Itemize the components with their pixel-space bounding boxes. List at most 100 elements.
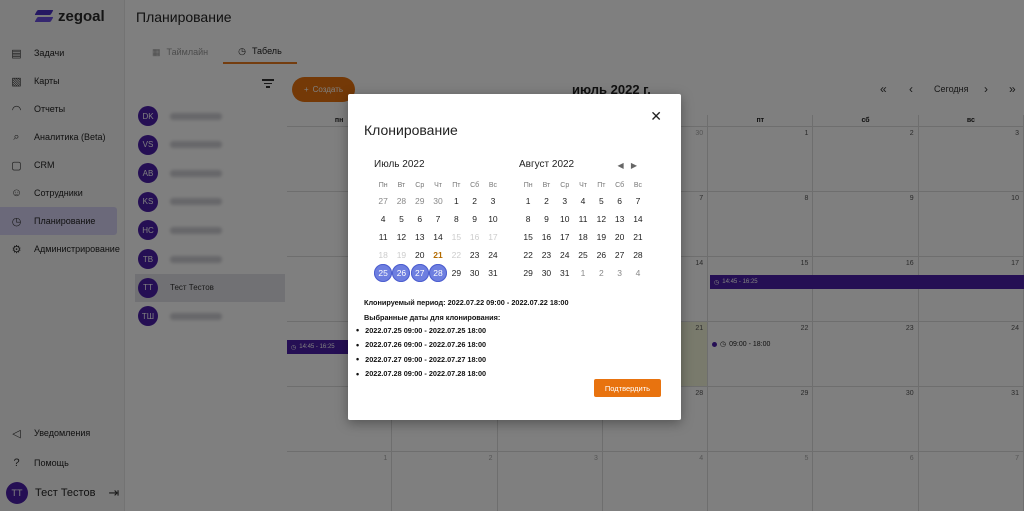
- calendar-day[interactable]: 27: [374, 192, 392, 210]
- weekday-label: Ср: [560, 181, 570, 189]
- confirm-button[interactable]: Подтвердить: [594, 379, 661, 397]
- calendar-day[interactable]: 13: [610, 210, 628, 228]
- calendar-day[interactable]: 16: [537, 228, 555, 246]
- calendar-day[interactable]: 29: [519, 264, 537, 282]
- day-number: 30: [433, 196, 443, 206]
- calendar-day[interactable]: 14: [629, 210, 647, 228]
- weekday-label: Пт: [452, 181, 461, 189]
- day-number: 13: [614, 214, 625, 224]
- calendar-day[interactable]: 7: [629, 192, 647, 210]
- clone-period: Клонируемый период: 2022.07.22 09:00 - 2…: [364, 298, 569, 307]
- day-number: 23: [541, 250, 552, 260]
- calendar-day[interactable]: 1: [574, 264, 592, 282]
- calendar-day[interactable]: 27: [610, 246, 628, 264]
- calendar-day[interactable]: 25: [374, 264, 393, 282]
- calendar-day[interactable]: 2: [537, 192, 555, 210]
- calendar-day[interactable]: 26: [392, 264, 411, 282]
- close-icon[interactable]: ✕: [650, 108, 662, 125]
- dialog-title: Клонирование: [364, 122, 458, 138]
- day-number: 27: [410, 264, 429, 282]
- calendar-day[interactable]: 21: [629, 228, 647, 246]
- day-number: 3: [562, 196, 568, 206]
- calendar-day[interactable]: 29: [411, 192, 429, 210]
- calendar-day[interactable]: 27: [410, 264, 429, 282]
- calendar-day[interactable]: 10: [556, 210, 574, 228]
- calendar-day[interactable]: 9: [537, 210, 555, 228]
- calendar-day[interactable]: 12: [592, 210, 610, 228]
- weekday-label: Пт: [597, 181, 606, 189]
- day-number: 23: [469, 250, 480, 260]
- calendar-day[interactable]: 19: [592, 228, 610, 246]
- clone-dialog: ✕ Клонирование Июль 2022 Пн Вт Ср Чт Пт Сб Вс 2…: [348, 94, 681, 420]
- calendar-day[interactable]: 2: [465, 192, 483, 210]
- calendar-day[interactable]: 5: [592, 192, 610, 210]
- day-number: 12: [396, 232, 407, 242]
- day-number: 14: [433, 232, 443, 242]
- day-number: 30: [541, 268, 552, 278]
- calendar-day[interactable]: 10: [484, 210, 502, 228]
- day-number: 20: [415, 250, 425, 260]
- day-number: 2: [544, 196, 549, 206]
- calendar-day[interactable]: 24: [484, 246, 502, 264]
- calendar-day[interactable]: 30: [429, 192, 447, 210]
- calendar-day[interactable]: 15: [519, 228, 537, 246]
- calendar-day[interactable]: 26: [592, 246, 610, 264]
- calendar-day[interactable]: 1: [519, 192, 537, 210]
- calendar-day[interactable]: 23: [465, 246, 483, 264]
- day-number: 18: [378, 250, 388, 260]
- calendar-day[interactable]: 12: [392, 228, 410, 246]
- calendar-day[interactable]: 28: [629, 246, 647, 264]
- calendar-day[interactable]: 2: [592, 264, 610, 282]
- calendar-day[interactable]: 20: [610, 228, 628, 246]
- calendar-day[interactable]: 14: [429, 228, 447, 246]
- calendar-day: 18: [374, 246, 392, 264]
- calendar-day[interactable]: 24: [556, 246, 574, 264]
- calendar-day[interactable]: 11: [374, 228, 392, 246]
- calendar-day[interactable]: 8: [519, 210, 537, 228]
- calendar-day[interactable]: 31: [484, 264, 502, 282]
- prev-month-icon[interactable]: ◀: [617, 161, 623, 170]
- calendar-day[interactable]: 28: [429, 264, 448, 282]
- weekday-label: Ср: [415, 181, 425, 189]
- weekday-label: Сб: [615, 181, 625, 189]
- calendar-day[interactable]: 18: [574, 228, 592, 246]
- calendar-day[interactable]: 9: [465, 210, 483, 228]
- calendar-day[interactable]: 5: [392, 210, 410, 228]
- calendar-day[interactable]: 7: [429, 210, 447, 228]
- day-number: 19: [396, 250, 407, 260]
- calendar-day[interactable]: 17: [556, 228, 574, 246]
- calendar-day[interactable]: 13: [411, 228, 429, 246]
- calendar-day[interactable]: 22: [519, 246, 537, 264]
- day-number: 24: [560, 250, 570, 260]
- calendar-day[interactable]: 11: [574, 210, 592, 228]
- calendar-day[interactable]: 3: [610, 264, 628, 282]
- calendar-day[interactable]: 25: [574, 246, 592, 264]
- calendar-day[interactable]: 1: [447, 192, 465, 210]
- calendar-day[interactable]: 4: [629, 264, 647, 282]
- weekday-label: Вс: [633, 181, 643, 189]
- calendar-day[interactable]: 28: [392, 192, 410, 210]
- calendar-day[interactable]: 29: [447, 264, 465, 282]
- calendar-day[interactable]: 30: [537, 264, 555, 282]
- weekday-label: Вт: [542, 181, 551, 189]
- calendar-day[interactable]: 21: [429, 246, 447, 264]
- calendar-day[interactable]: 3: [484, 192, 502, 210]
- calendar-day[interactable]: 6: [411, 210, 429, 228]
- calendar-day[interactable]: 30: [465, 264, 483, 282]
- calendar-day[interactable]: 23: [537, 246, 555, 264]
- calendar-day[interactable]: 3: [556, 192, 574, 210]
- calendar-day[interactable]: 8: [447, 210, 465, 228]
- calendar-day[interactable]: 6: [610, 192, 628, 210]
- calendar-day[interactable]: 20: [411, 246, 429, 264]
- calendar-day: 22: [447, 246, 465, 264]
- calendar-day[interactable]: 4: [374, 210, 392, 228]
- calendar-day[interactable]: 4: [574, 192, 592, 210]
- weekday-label: Чт: [434, 181, 442, 189]
- calendar-day: 16: [465, 228, 483, 246]
- day-number: 10: [488, 214, 498, 224]
- calendar-day[interactable]: 31: [556, 264, 574, 282]
- next-month-icon[interactable]: ▶: [631, 161, 637, 170]
- calendar-day: 17: [484, 228, 502, 246]
- calendar-month: Июль 2022: [374, 159, 425, 170]
- calendar-august: Август 2022 ◀ ▶ Пн Вт Ср Чт Пт Сб Вс 1 2 3 4 5 6 7 8 9 1…: [519, 159, 649, 282]
